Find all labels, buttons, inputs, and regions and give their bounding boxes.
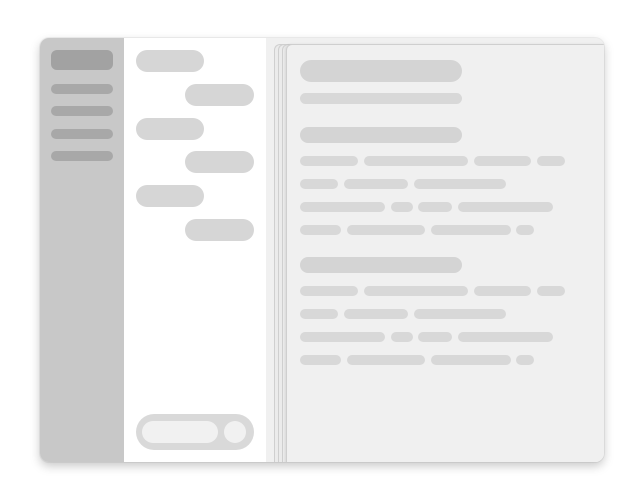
document-page[interactable] — [286, 44, 604, 462]
text-line-placeholder — [537, 286, 565, 296]
text-line-placeholder — [300, 286, 358, 296]
text-line-placeholder — [300, 355, 341, 365]
sidebar-item-4[interactable] — [51, 151, 113, 161]
text-line-placeholder — [300, 309, 338, 319]
text-line-placeholder — [364, 156, 468, 166]
text-line-placeholder — [300, 225, 341, 235]
assistant-message — [136, 50, 204, 72]
text-line-placeholder — [516, 225, 534, 235]
text-line-placeholder — [458, 332, 553, 342]
section-heading — [300, 127, 462, 143]
text-line-placeholder — [300, 332, 385, 342]
send-button[interactable] — [224, 421, 246, 443]
text-line-placeholder — [347, 355, 425, 365]
user-message — [185, 151, 254, 173]
text-line-placeholder — [344, 179, 408, 189]
text-line-placeholder — [431, 225, 511, 235]
document-area — [266, 38, 604, 462]
text-line-placeholder — [537, 156, 565, 166]
user-message — [185, 84, 254, 106]
text-line-placeholder — [418, 202, 452, 212]
document-subtitle — [300, 93, 462, 104]
sidebar-item-1[interactable] — [51, 84, 113, 94]
text-line-placeholder — [364, 286, 468, 296]
text-line-placeholder — [414, 309, 506, 319]
assistant-message — [136, 185, 204, 207]
chat-panel — [124, 38, 266, 462]
text-line-placeholder — [300, 202, 385, 212]
document-title — [300, 60, 462, 82]
text-line-placeholder — [418, 332, 452, 342]
text-line-placeholder — [391, 332, 413, 342]
section-heading — [300, 257, 462, 273]
text-line-placeholder — [474, 156, 531, 166]
text-line-placeholder — [300, 156, 358, 166]
text-line-placeholder — [458, 202, 553, 212]
text-line-placeholder — [300, 179, 338, 189]
text-line-placeholder — [431, 355, 511, 365]
text-line-placeholder — [344, 309, 408, 319]
sidebar-item-active[interactable] — [51, 50, 113, 70]
app-window — [40, 38, 604, 462]
message-composer — [136, 414, 254, 450]
text-line-placeholder — [347, 225, 425, 235]
user-message — [185, 219, 254, 241]
text-line-placeholder — [516, 355, 534, 365]
assistant-message — [136, 118, 204, 140]
text-line-placeholder — [414, 179, 506, 189]
sidebar — [40, 38, 124, 462]
sidebar-item-3[interactable] — [51, 129, 113, 139]
text-line-placeholder — [391, 202, 413, 212]
sidebar-item-2[interactable] — [51, 106, 113, 116]
text-line-placeholder — [474, 286, 531, 296]
message-input[interactable] — [142, 421, 218, 443]
